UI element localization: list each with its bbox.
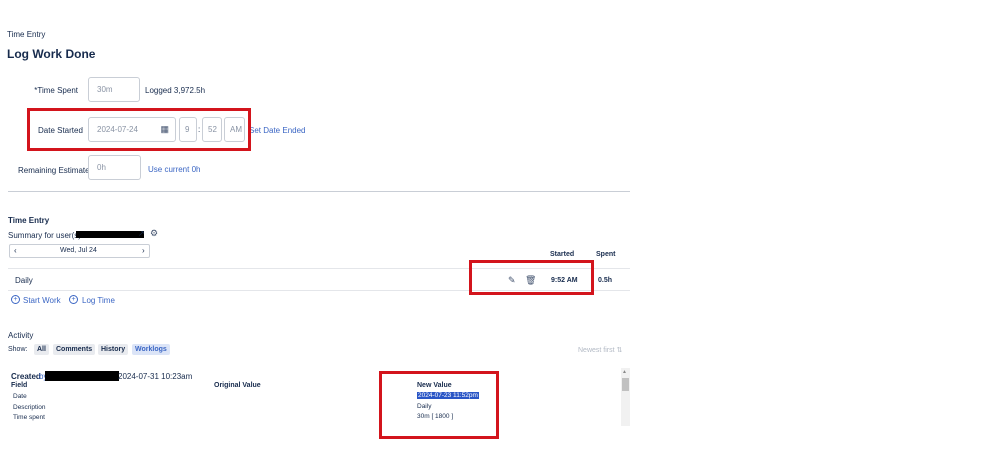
logged-text: Logged 3,972.5h [145,86,206,95]
col-started: Started [550,251,575,258]
set-date-ended-link[interactable]: Set Date Ended [249,126,305,135]
activity-title: Activity [8,331,34,340]
field-date: Date [13,393,27,400]
use-current-link[interactable]: Use current 0h [148,165,200,174]
redacted-user [76,231,144,238]
remaining-estimate-label: Remaining Estimate [18,166,90,175]
highlight-date-started [27,108,251,151]
scroll-up-arrow[interactable]: ▲ [622,369,627,375]
created-time: 2024-07-31 10:23am [118,372,193,381]
highlight-entry-row [469,260,594,295]
divider [8,191,630,192]
entry-name: Daily [15,276,33,285]
remaining-estimate-input[interactable]: 0h [88,155,141,180]
field-description: Description [13,404,46,411]
tab-comments[interactable]: Comments [53,344,96,355]
breadcrumb: Time Entry [7,30,46,39]
redacted-creator [45,371,119,381]
start-work-link[interactable]: Start Work [23,296,61,305]
gear-icon[interactable]: ⚙ [150,228,158,239]
scrollbar[interactable]: ▲ [621,368,630,426]
summary-label: Summary for user(s) [8,231,81,240]
col-spent: Spent [596,251,616,258]
highlight-new-value [379,371,499,439]
time-spent-label: Time Spent* [34,86,78,95]
time-spent-input[interactable]: 30m [88,77,140,102]
tab-worklogs[interactable]: Worklogs [132,344,170,355]
time-entry-title: Time Entry [8,216,50,225]
page-title: Log Work Done [7,47,96,61]
sort-toggle[interactable]: Newest first ⇅ [578,346,622,354]
tab-all[interactable]: All [34,344,49,355]
log-time-icon[interactable]: + [69,295,78,304]
log-time-link[interactable]: Log Time [82,296,115,305]
scrollbar-thumb[interactable] [622,378,629,391]
col-field: Field [11,382,28,389]
tab-history[interactable]: History [98,344,129,355]
external-link-icon[interactable]: ↗ [138,229,145,238]
entry-spent: 0.5h [598,277,613,284]
show-label: Show: [8,346,28,353]
start-work-icon[interactable]: + [11,295,20,304]
prev-date-button[interactable]: ‹ [14,246,17,255]
created-label: Created [11,372,41,381]
date-nav-label: Wed, Jul 24 [60,247,97,254]
next-date-button[interactable]: › [142,246,145,255]
field-time-spent: Time spent [13,414,45,421]
col-original-value: Original Value [214,382,261,389]
date-navigator: ‹ Wed, Jul 24 › [9,244,150,258]
